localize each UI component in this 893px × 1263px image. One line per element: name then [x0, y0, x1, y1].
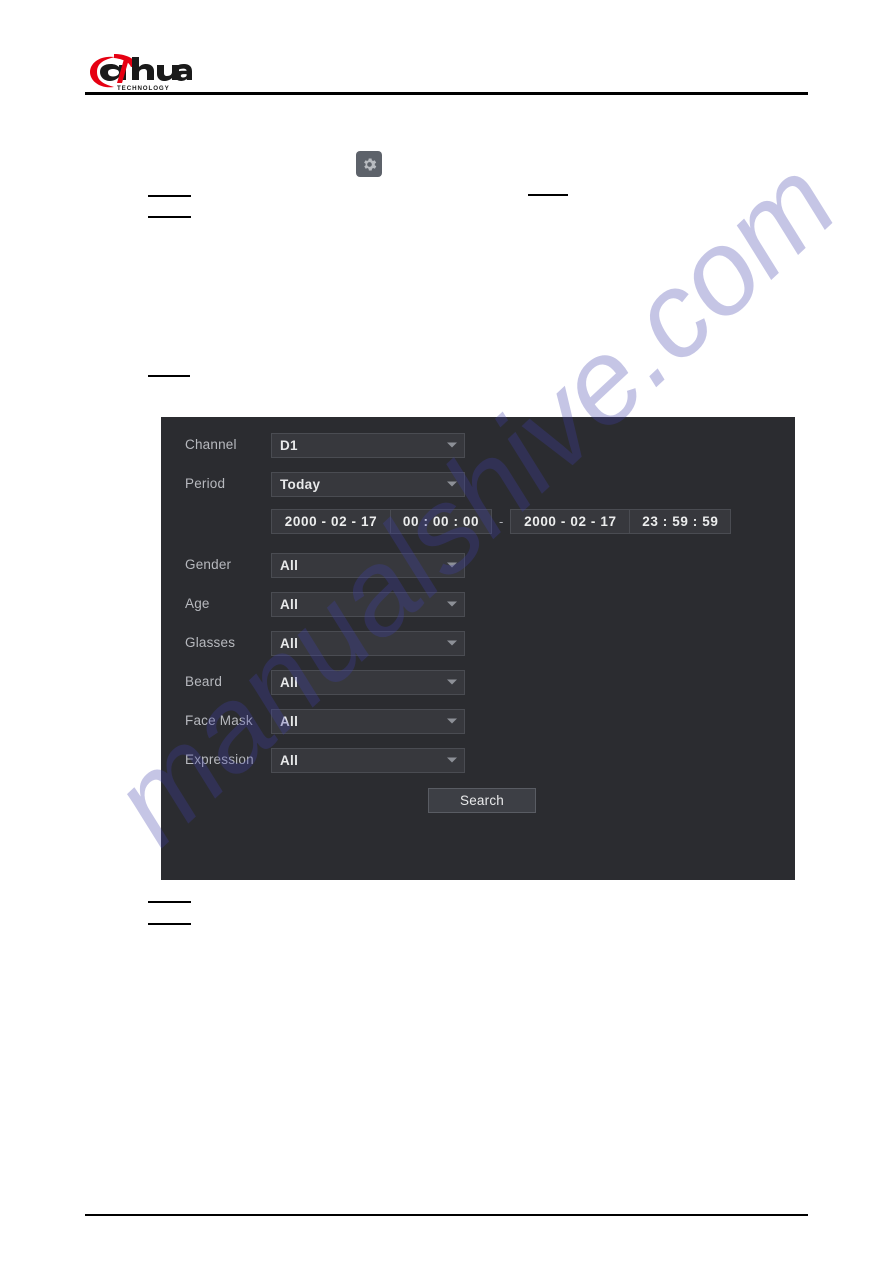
field-row-expression: Expression All [185, 747, 465, 773]
search-button[interactable]: Search [428, 788, 536, 813]
chevron-down-icon [447, 679, 457, 685]
label-face-mask: Face Mask [185, 713, 253, 728]
redaction-underline [148, 195, 191, 197]
time-range-separator: - [499, 513, 504, 529]
gear-button[interactable] [356, 151, 382, 177]
document-page: TECHNOLOGY Channel D1 Period Today 2000 … [0, 0, 893, 1263]
label-expression: Expression [185, 752, 254, 767]
label-glasses: Glasses [185, 635, 236, 650]
channel-value: D1 [280, 437, 298, 453]
time-range-row: 2000 - 02 - 17 00 : 00 : 00 - 2000 - 02 … [185, 508, 732, 534]
chevron-down-icon [447, 562, 457, 568]
label-age: Age [185, 596, 210, 611]
gender-select[interactable]: All [271, 552, 465, 578]
face-mask-select[interactable]: All [271, 708, 465, 734]
redaction-underline [528, 194, 568, 196]
start-datetime-group[interactable]: 2000 - 02 - 17 00 : 00 : 00 [271, 508, 492, 534]
period-select[interactable]: Today [271, 471, 465, 497]
face-search-dialog: Channel D1 Period Today 2000 - 02 - 17 0… [161, 417, 795, 880]
chevron-down-icon [447, 718, 457, 724]
redaction-underline [148, 375, 190, 377]
field-row-period: Period Today [185, 471, 465, 497]
gender-value: All [280, 557, 299, 573]
beard-value: All [280, 674, 299, 690]
field-row-gender: Gender All [185, 552, 465, 578]
field-row-face-mask: Face Mask All [185, 708, 465, 734]
chevron-down-icon [447, 640, 457, 646]
footer-divider [85, 1214, 808, 1216]
label-beard: Beard [185, 674, 223, 689]
redaction-underline [148, 216, 191, 218]
field-row-age: Age All [185, 591, 465, 617]
face-mask-value: All [280, 713, 299, 729]
period-value: Today [280, 476, 321, 492]
chevron-down-icon [447, 757, 457, 763]
glasses-value: All [280, 635, 299, 651]
chevron-down-icon [447, 481, 457, 487]
svg-text:TECHNOLOGY: TECHNOLOGY [117, 85, 170, 92]
face-search-form: Channel D1 Period Today 2000 - 02 - 17 0… [161, 417, 795, 880]
field-row-beard: Beard All [185, 669, 465, 695]
age-select[interactable]: All [271, 591, 465, 617]
end-date-field[interactable]: 2000 - 02 - 17 [511, 510, 629, 533]
expression-select[interactable]: All [271, 747, 465, 773]
dahua-logo: TECHNOLOGY [88, 52, 192, 92]
start-date-field[interactable]: 2000 - 02 - 17 [272, 510, 390, 533]
channel-select[interactable]: D1 [271, 432, 465, 458]
beard-select[interactable]: All [271, 669, 465, 695]
redaction-underline [148, 923, 191, 925]
expression-value: All [280, 752, 299, 768]
label-period: Period [185, 476, 226, 491]
age-value: All [280, 596, 299, 612]
glasses-select[interactable]: All [271, 630, 465, 656]
end-datetime-group[interactable]: 2000 - 02 - 17 23 : 59 : 59 [510, 508, 732, 534]
redaction-underline [148, 901, 191, 903]
label-channel: Channel [185, 437, 237, 452]
gear-icon [361, 156, 378, 173]
label-gender: Gender [185, 557, 232, 572]
chevron-down-icon [447, 442, 457, 448]
start-time-field[interactable]: 00 : 00 : 00 [390, 509, 491, 533]
chevron-down-icon [447, 601, 457, 607]
end-time-field[interactable]: 23 : 59 : 59 [629, 509, 730, 533]
field-row-glasses: Glasses All [185, 630, 465, 656]
field-row-channel: Channel D1 [185, 432, 465, 458]
header-divider [85, 92, 808, 95]
